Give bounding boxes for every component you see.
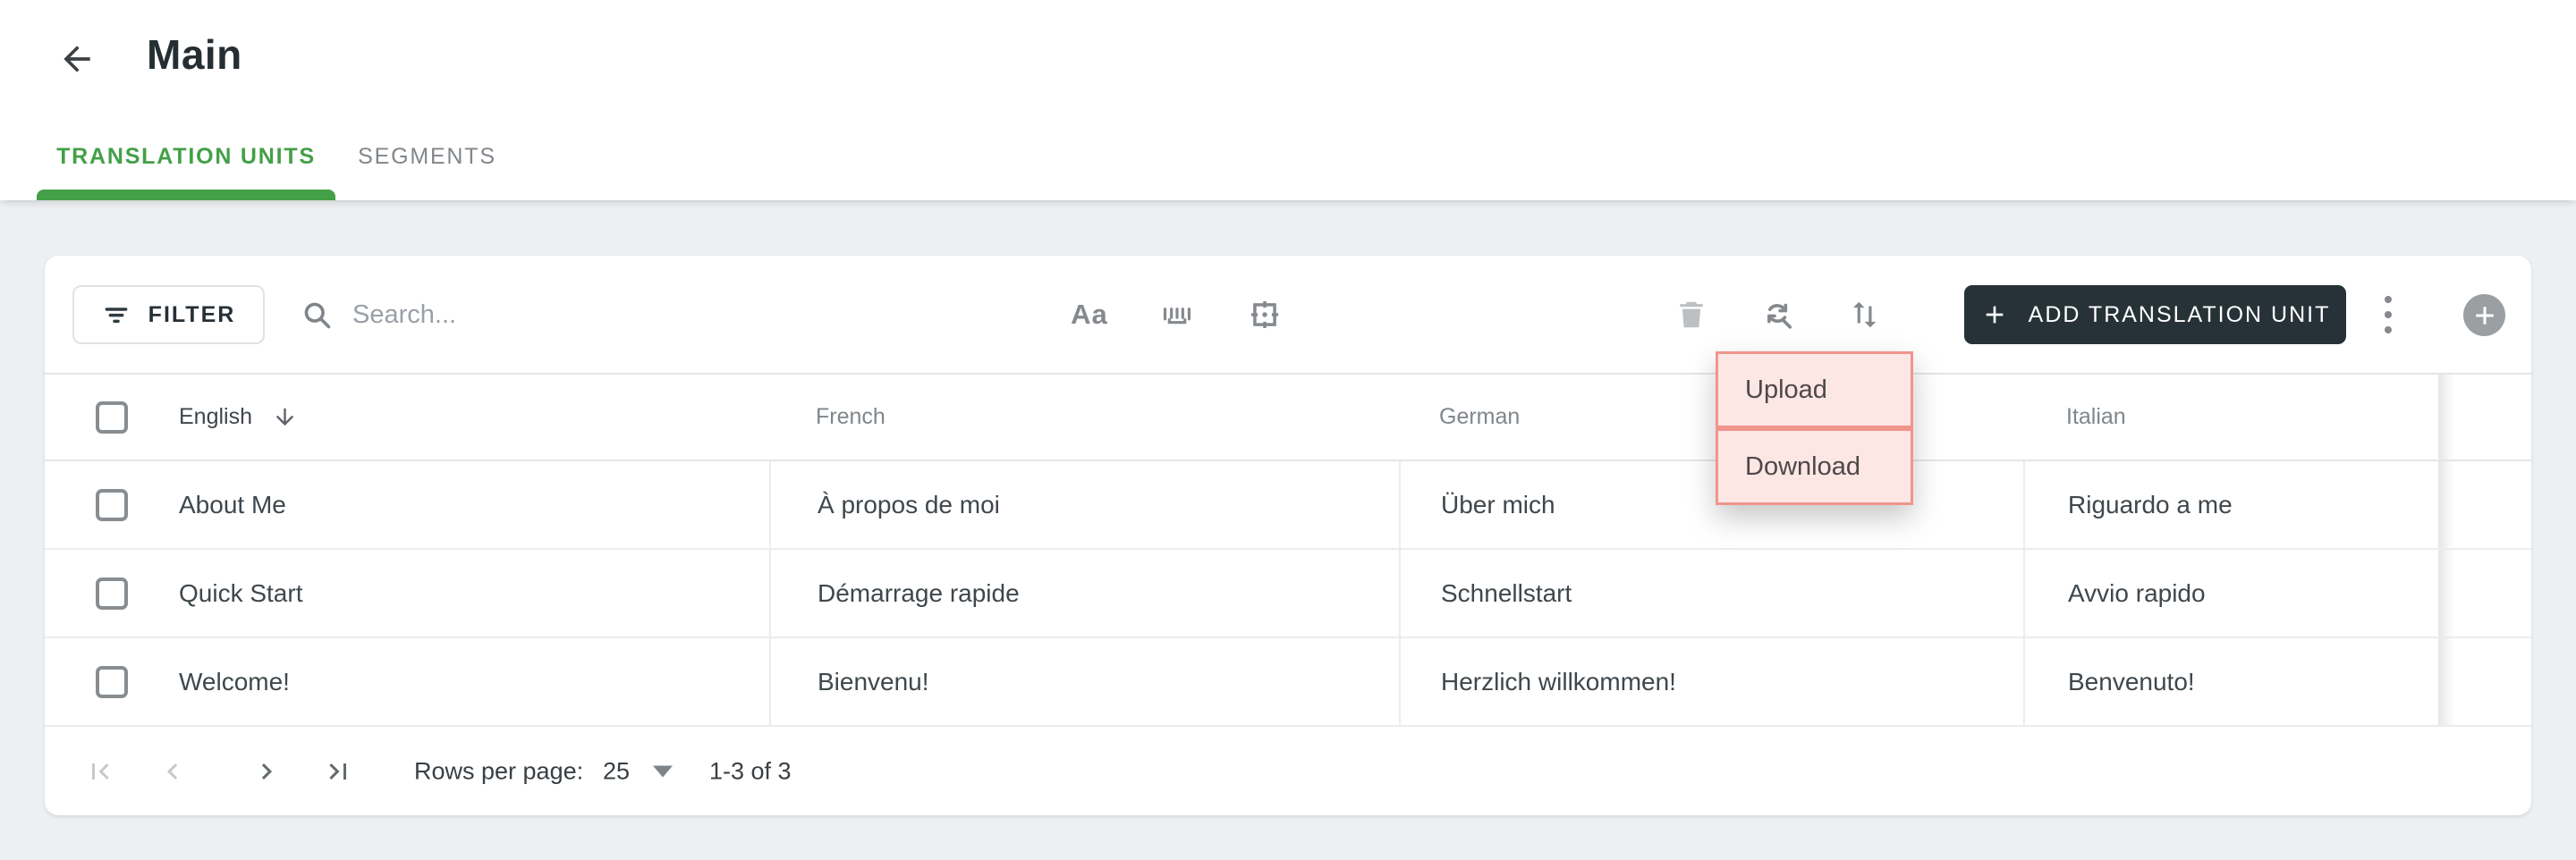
table-toolbar: FILTER Aa [45, 256, 2531, 373]
select-frame-icon [1250, 300, 1279, 329]
search-box [301, 285, 925, 344]
plus-icon [1986, 306, 2003, 324]
rows-per-page-label: Rows per page: [414, 757, 584, 784]
cell-french[interactable]: Démarrage rapide [818, 579, 1020, 608]
barcode-button[interactable] [1157, 285, 1198, 344]
filter-button-label: FILTER [148, 301, 236, 327]
delete-button[interactable] [1671, 285, 1712, 344]
tab-segments[interactable]: SEGMENTS [335, 123, 519, 190]
page-title: Main [147, 31, 242, 78]
row-checkbox[interactable] [96, 665, 128, 698]
row-checkbox[interactable] [96, 488, 128, 521]
rows-per-page-select[interactable]: 25 [603, 757, 674, 785]
menu-item-download[interactable]: Download [1716, 428, 1913, 505]
last-page-icon [329, 763, 346, 780]
cell-english[interactable]: About Me [179, 491, 286, 519]
cell-italian[interactable]: Avvio rapido [2068, 579, 2206, 608]
sort-descending-icon [275, 408, 294, 426]
first-page-button[interactable] [79, 750, 122, 793]
tab-translation-units[interactable]: TRANSLATION UNITS [37, 123, 335, 190]
column-header-french[interactable]: French [769, 375, 1399, 460]
table-row: Quick Start Démarrage rapide Schnellstar… [45, 550, 2531, 638]
translation-tool-page: Main TRANSLATION UNITS SEGMENTS FILTER S… [0, 0, 2576, 860]
upload-download-menu: Upload Download [1716, 351, 1913, 505]
content-area: FILTER Aa [0, 200, 2576, 860]
match-case-icon: Aa [1071, 299, 1108, 330]
add-translation-unit-button[interactable]: ADD TRANSLATION UNIT [1964, 285, 2346, 344]
table-footer: Rows per page: 25 1-3 of 3 [45, 727, 2531, 815]
search-input[interactable] [352, 299, 925, 330]
cell-italian[interactable]: Benvenuto! [2068, 668, 2195, 696]
more-options-button[interactable] [2363, 285, 2413, 344]
filter-icon [105, 308, 128, 324]
plus-circle-icon [2475, 306, 2494, 325]
view-option-icons: Aa [1069, 285, 1285, 344]
sticky-column-spacer [2438, 550, 2531, 637]
rows-per-page-value: 25 [603, 757, 631, 784]
chevron-down-icon [653, 765, 674, 777]
pagination-range: 1-3 of 3 [709, 757, 792, 784]
refresh-search-button[interactable] [1757, 285, 1798, 344]
last-page-button[interactable] [317, 750, 360, 793]
menu-item-upload[interactable]: Upload [1716, 351, 1913, 428]
sort-arrows-button[interactable] [1843, 285, 1884, 344]
sticky-column-spacer [2438, 375, 2531, 460]
back-button[interactable] [50, 32, 104, 86]
cell-german[interactable]: Über mich [1441, 491, 1555, 519]
cell-german[interactable]: Schnellstart [1441, 579, 1572, 608]
table-row: About Me À propos de moi Über mich Rigua… [45, 461, 2531, 550]
select-all-checkbox[interactable] [96, 400, 128, 434]
cell-french[interactable]: À propos de moi [818, 491, 1000, 519]
filter-button[interactable]: FILTER [72, 285, 265, 344]
column-header-italian[interactable]: Italian [2023, 375, 2438, 460]
column-header-german[interactable]: German [1399, 375, 2023, 460]
chevron-right-icon [261, 763, 272, 780]
trash-icon [1680, 301, 1703, 328]
sort-arrows-icon [1852, 301, 1877, 328]
add-translation-unit-label: ADD TRANSLATION UNIT [2028, 301, 2331, 327]
active-tab-indicator [37, 190, 335, 200]
search-icon [304, 302, 331, 329]
cell-english[interactable]: Welcome! [179, 668, 290, 696]
kebab-menu-icon [2385, 296, 2392, 303]
table-header-row: English French German Italian [45, 373, 2531, 461]
arrow-left-icon [64, 46, 90, 72]
cell-english[interactable]: Quick Start [179, 579, 302, 608]
chevron-left-icon [167, 763, 178, 780]
barcode-icon [1163, 308, 1191, 325]
cell-french[interactable]: Bienvenu! [818, 668, 929, 696]
table-row: Welcome! Bienvenu! Herzlich willkommen! … [45, 638, 2531, 727]
column-header-english[interactable]: English [179, 404, 769, 430]
select-frame-button[interactable] [1244, 285, 1285, 344]
cell-italian[interactable]: Riguardo a me [2068, 491, 2233, 519]
row-checkbox[interactable] [96, 577, 128, 610]
next-page-button[interactable] [245, 750, 288, 793]
add-circle-button[interactable] [2463, 294, 2505, 336]
sticky-column-spacer [2438, 461, 2531, 548]
translation-units-card: FILTER Aa [45, 256, 2531, 815]
match-case-button[interactable]: Aa [1069, 285, 1110, 344]
action-icons [1671, 285, 1884, 344]
cell-german[interactable]: Herzlich willkommen! [1441, 668, 1676, 696]
sticky-column-spacer [2438, 638, 2531, 725]
first-page-icon [92, 763, 109, 780]
refresh-search-icon [1767, 303, 1792, 329]
app-header: Main TRANSLATION UNITS SEGMENTS [0, 0, 2576, 200]
previous-page-button[interactable] [151, 750, 194, 793]
